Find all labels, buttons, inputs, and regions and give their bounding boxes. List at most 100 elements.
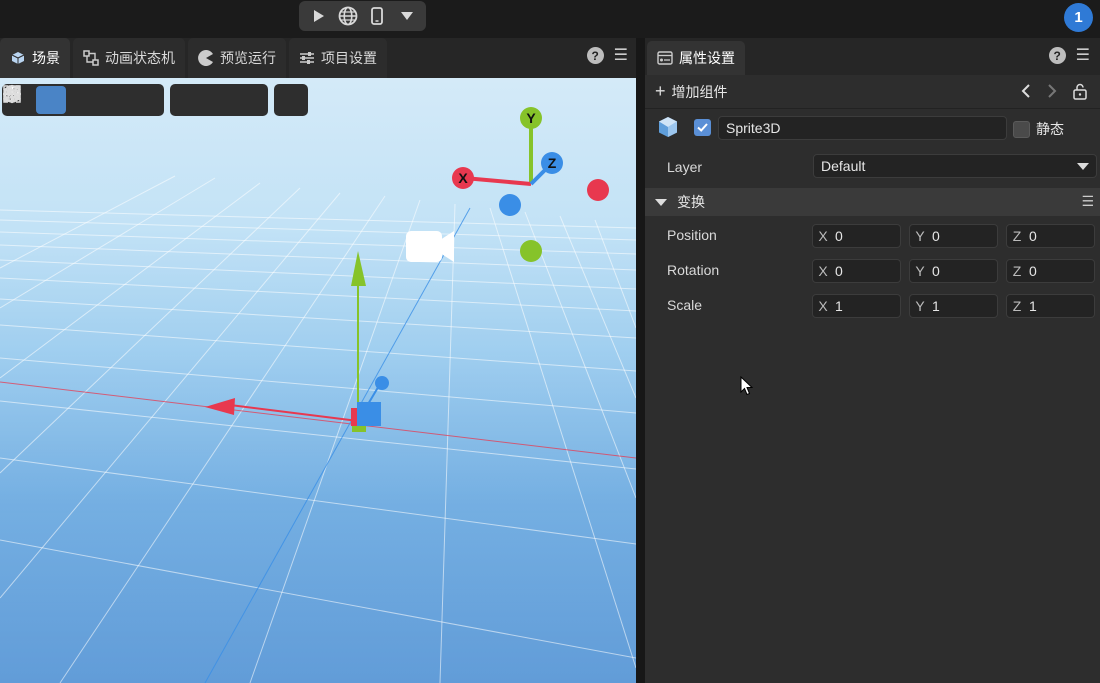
tab-preview-label: 预览运行 xyxy=(220,50,276,66)
state-machine-icon xyxy=(83,50,99,66)
viewport-toolbar xyxy=(2,84,308,116)
z-axis-label: Z xyxy=(548,155,557,171)
menu-icon[interactable]: ☰ xyxy=(614,47,628,64)
box-2d-icon[interactable] xyxy=(4,85,202,114)
rotation-label: Rotation xyxy=(667,262,720,278)
add-component-row: + 增加组件 xyxy=(645,75,1100,109)
scale-x-field[interactable]: X1 xyxy=(812,294,901,318)
rotate-icon[interactable] xyxy=(3,85,98,114)
scene-viewport[interactable]: Y X Z xyxy=(0,78,636,683)
help-icon[interactable]: ? xyxy=(586,47,604,64)
inspector-panel: + 增加组件 Sprite3D 静态 Layer Default 变换 ☰ Po… xyxy=(645,75,1100,683)
user-avatar-badge[interactable]: 1 xyxy=(1064,3,1093,32)
tab-project-settings-label: 项目设置 xyxy=(321,50,377,66)
globe-icon[interactable] xyxy=(335,3,361,29)
scale-x-value[interactable]: 1 xyxy=(833,298,843,314)
section-menu-icon[interactable]: ☰ xyxy=(1081,193,1094,210)
add-component-button[interactable]: 增加组件 xyxy=(672,82,728,102)
forward-chevron-icon[interactable] xyxy=(1046,83,1058,103)
move-icon[interactable] xyxy=(3,85,66,114)
static-toggle[interactable]: 静态 xyxy=(1013,119,1064,139)
preview-icon xyxy=(198,50,214,66)
object-enabled-checkbox[interactable] xyxy=(694,119,711,136)
y-axis-label: Y xyxy=(526,110,536,126)
scale-y-field[interactable]: Y1 xyxy=(909,294,998,318)
tab-scene-label: 场景 xyxy=(32,50,60,66)
scene-canvas: Y X Z xyxy=(0,107,636,683)
activity-icon[interactable] xyxy=(3,86,306,114)
layer-label: Layer xyxy=(667,159,703,175)
scene-panel-tabs: 场景 动画状态机 预览运行 项目设置 ? ☰ xyxy=(0,38,638,78)
phone-icon[interactable] xyxy=(364,3,390,29)
tab-inspector-label: 属性设置 xyxy=(679,50,735,66)
top-bar: 1 xyxy=(0,0,1100,38)
rotation-x-field[interactable]: X0 xyxy=(812,259,901,283)
collapse-triangle-icon[interactable] xyxy=(655,198,667,206)
axis-x-label: X xyxy=(818,228,828,244)
rotation-row: Rotation X0 Y0 Z0 xyxy=(645,259,1100,284)
tab-inspector[interactable]: 属性设置 xyxy=(647,41,745,75)
layer-select-value: Default xyxy=(821,158,866,174)
scene-icon xyxy=(10,50,26,66)
tab-project-settings[interactable]: 项目设置 xyxy=(289,38,387,78)
position-x-field[interactable]: X0 xyxy=(812,224,901,248)
rotation-x-value[interactable]: 0 xyxy=(833,263,843,279)
camera-icon[interactable] xyxy=(3,85,266,114)
panel-splitter[interactable] xyxy=(636,38,645,683)
tab-preview-run[interactable]: 预览运行 xyxy=(188,38,286,78)
lock-icon[interactable] xyxy=(1072,83,1088,103)
position-y-value[interactable]: 0 xyxy=(930,228,940,244)
position-label: Position xyxy=(667,227,717,243)
static-checkbox[interactable] xyxy=(1013,120,1030,138)
position-x-value[interactable]: 0 xyxy=(833,228,843,244)
back-chevron-icon[interactable] xyxy=(1020,83,1032,103)
help-icon[interactable]: ? xyxy=(1048,47,1066,64)
settings-sliders-icon xyxy=(299,50,315,66)
neg-x-handle[interactable] xyxy=(587,179,609,201)
chevron-down-icon[interactable] xyxy=(394,3,420,29)
tab-animation-state-machine[interactable]: 动画状态机 xyxy=(73,38,185,78)
rect-icon[interactable] xyxy=(3,85,162,114)
object-name-input[interactable]: Sprite3D xyxy=(718,116,1007,140)
position-z-field[interactable]: Z0 xyxy=(1006,224,1095,248)
cube-icon[interactable] xyxy=(3,84,234,114)
axis-x-label: X xyxy=(818,298,828,314)
scale-y-value[interactable]: 1 xyxy=(930,298,940,314)
neg-z-handle[interactable] xyxy=(499,194,521,216)
rotation-z-field[interactable]: Z0 xyxy=(1006,259,1095,283)
layer-row: Layer Default xyxy=(645,153,1100,181)
axis-y-label: Y xyxy=(915,298,925,314)
static-label: 静态 xyxy=(1036,121,1064,137)
inspector-tabs: 属性设置 ? ☰ xyxy=(645,38,1100,75)
view-tool-group xyxy=(3,84,268,116)
rotation-y-value[interactable]: 0 xyxy=(930,263,940,279)
axis-z-label: Z xyxy=(1012,263,1022,279)
axis-z-label: Z xyxy=(1012,228,1022,244)
transform-section-title: 变换 xyxy=(677,194,705,210)
tab-scene[interactable]: 场景 xyxy=(0,38,70,78)
transform-section-header[interactable]: 变换 ☰ xyxy=(645,188,1100,216)
camera-gizmo-icon[interactable] xyxy=(406,231,454,262)
caret-down-icon xyxy=(1077,163,1089,170)
axis-y-label: Y xyxy=(915,263,925,279)
neg-y-handle[interactable] xyxy=(520,240,542,262)
scale-icon[interactable] xyxy=(3,85,130,114)
rotation-y-field[interactable]: Y0 xyxy=(909,259,998,283)
axis-x-label: X xyxy=(818,263,828,279)
axis-z-label: Z xyxy=(1012,298,1022,314)
scale-label: Scale xyxy=(667,297,703,313)
scale-z-field[interactable]: Z1 xyxy=(1006,294,1095,318)
position-z-value[interactable]: 0 xyxy=(1027,228,1037,244)
axis-y-label: Y xyxy=(915,228,925,244)
scene-panel-tools: ? ☰ xyxy=(586,47,628,64)
rotation-z-value[interactable]: 0 xyxy=(1027,263,1037,279)
position-y-field[interactable]: Y0 xyxy=(909,224,998,248)
menu-icon[interactable]: ☰ xyxy=(1076,47,1090,64)
plus-icon[interactable]: + xyxy=(655,81,666,102)
inspector-icon xyxy=(657,50,673,66)
mouse-cursor-icon xyxy=(740,376,754,396)
scale-z-value[interactable]: 1 xyxy=(1027,298,1037,314)
play-icon[interactable] xyxy=(305,3,331,29)
layer-select[interactable]: Default xyxy=(813,154,1097,178)
sprite3d-cube-icon xyxy=(657,116,679,141)
